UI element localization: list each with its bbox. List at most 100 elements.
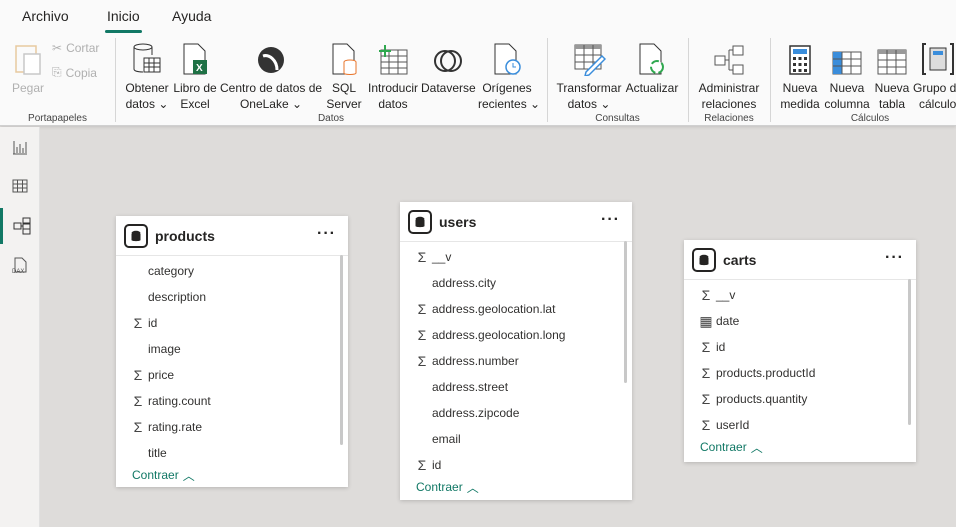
manage-relationships-button[interactable]: Administrar relaciones bbox=[696, 40, 762, 112]
field-row[interactable]: Σrating.rate bbox=[116, 414, 348, 440]
collapse-button[interactable]: Contraer ︿ bbox=[684, 436, 916, 458]
recent-sources-button[interactable]: Orígenes recientes ⌄ bbox=[478, 40, 540, 112]
sigma-icon: Σ bbox=[701, 365, 711, 381]
new-table-button[interactable]: Nueva tabla bbox=[872, 40, 912, 112]
field-row[interactable]: category bbox=[116, 258, 348, 284]
field-row[interactable]: image bbox=[116, 336, 348, 362]
sigma-icon: Σ bbox=[417, 457, 427, 473]
field-name: description bbox=[148, 290, 207, 304]
sigma-icon: Σ bbox=[417, 249, 427, 265]
field-name: address.number bbox=[432, 354, 519, 368]
more-options-icon[interactable]: ··· bbox=[885, 249, 904, 267]
field-row[interactable]: Σ __v bbox=[400, 244, 632, 270]
copy-button[interactable]: ⎘ Copia bbox=[52, 65, 97, 80]
sigma-icon: Σ bbox=[417, 327, 427, 343]
model-view-button[interactable] bbox=[0, 208, 40, 244]
tab-archivo[interactable]: Archivo bbox=[22, 8, 69, 24]
field-row[interactable]: Σid bbox=[116, 310, 348, 336]
field-name: address.geolocation.lat bbox=[432, 302, 556, 316]
field-row[interactable]: Σid bbox=[400, 452, 632, 476]
table-card-header[interactable]: carts ··· bbox=[684, 240, 916, 280]
field-row[interactable]: address.city bbox=[400, 270, 632, 296]
field-row[interactable]: address.street bbox=[400, 374, 632, 400]
field-row[interactable]: email bbox=[400, 426, 632, 452]
more-options-icon[interactable]: ··· bbox=[601, 211, 620, 229]
field-row[interactable]: ΣuserId bbox=[684, 412, 916, 436]
field-name: address.geolocation.long bbox=[432, 328, 566, 342]
get-data-button[interactable]: Obtener datos ⌄ bbox=[122, 40, 172, 112]
paste-icon bbox=[10, 40, 46, 76]
field-row[interactable]: address.zipcode bbox=[400, 400, 632, 426]
chevron-up-icon: ︿ bbox=[466, 480, 479, 495]
sigma-icon: Σ bbox=[701, 339, 711, 355]
table-card-header[interactable]: users ··· bbox=[400, 202, 632, 242]
field-name: image bbox=[148, 342, 181, 356]
field-name: date bbox=[716, 314, 740, 328]
sigma-icon: Σ bbox=[133, 315, 143, 331]
excel-workbook-button[interactable]: X Libro de Excel bbox=[172, 40, 218, 112]
field-row[interactable]: Σaddress.number bbox=[400, 348, 632, 374]
dataverse-button[interactable]: Dataverse bbox=[421, 40, 476, 96]
field-name: userId bbox=[716, 418, 750, 432]
field-row[interactable]: title bbox=[116, 440, 348, 464]
table-card-carts[interactable]: carts ··· Σ __v ▦ date Σid Σproducts.productId Σ… bbox=[684, 240, 916, 462]
table-plus-icon bbox=[366, 40, 420, 76]
field-row[interactable]: ▦ date bbox=[684, 308, 916, 334]
new-measure-button[interactable]: Nueva medida bbox=[780, 40, 820, 112]
table-card-users[interactable]: users ··· Σ __v address.city Σaddress.geoloca… bbox=[400, 202, 632, 500]
field-row[interactable]: Σ __v bbox=[684, 282, 916, 308]
dataverse-icon bbox=[421, 40, 475, 76]
cut-button[interactable]: ✂ Cortar bbox=[52, 41, 99, 55]
field-row[interactable]: description bbox=[116, 284, 348, 310]
sql-server-button[interactable]: SQL Server bbox=[326, 40, 362, 112]
bar-chart-icon bbox=[13, 141, 27, 155]
chevron-up-icon: ︿ bbox=[182, 468, 195, 483]
field-row[interactable]: Σaddress.geolocation.lat bbox=[400, 296, 632, 322]
field-row[interactable]: Σrating.count bbox=[116, 388, 348, 414]
field-name: rating.count bbox=[148, 394, 211, 408]
calculation-group-icon bbox=[913, 40, 956, 76]
field-name: id bbox=[716, 340, 726, 354]
onelake-button[interactable]: Centro de datos de OneLake ⌄ bbox=[220, 40, 322, 112]
sigma-icon: Σ bbox=[133, 367, 143, 383]
table-view-button[interactable] bbox=[0, 168, 40, 204]
view-rail: DAX bbox=[0, 127, 40, 527]
copy-icon: ⎘ bbox=[52, 65, 62, 79]
table-icon bbox=[124, 223, 148, 248]
new-column-button[interactable]: Nueva columna bbox=[823, 40, 871, 112]
table-card-header[interactable]: products ··· bbox=[116, 216, 348, 256]
collapse-button[interactable]: Contraer ︿ bbox=[116, 464, 348, 486]
scrollbar[interactable] bbox=[340, 255, 343, 445]
field-name: products.productId bbox=[716, 366, 816, 380]
field-row[interactable]: Σid bbox=[684, 334, 916, 360]
group-label-relaciones: Relaciones bbox=[704, 113, 754, 124]
refresh-button[interactable]: Actualizar bbox=[624, 40, 680, 96]
table-name: carts bbox=[723, 251, 757, 268]
report-view-button[interactable] bbox=[0, 129, 40, 165]
refresh-icon bbox=[624, 40, 680, 76]
scrollbar[interactable] bbox=[908, 279, 911, 425]
collapse-button[interactable]: Contraer ︿ bbox=[400, 476, 632, 498]
enter-data-button[interactable]: Introducir datos bbox=[366, 40, 420, 112]
field-row[interactable]: Σprice bbox=[116, 362, 348, 388]
transform-data-button[interactable]: Transformar datos ⌄ bbox=[556, 40, 622, 112]
table-icon bbox=[408, 209, 432, 234]
paste-button[interactable]: Pegar bbox=[10, 40, 46, 96]
field-row[interactable]: Σproducts.quantity bbox=[684, 386, 916, 412]
tab-inicio[interactable]: Inicio bbox=[105, 8, 142, 33]
dax-query-view-button[interactable]: DAX bbox=[0, 248, 40, 284]
more-options-icon[interactable]: ··· bbox=[317, 225, 336, 243]
scrollbar[interactable] bbox=[624, 241, 627, 383]
field-name: products.quantity bbox=[716, 392, 808, 406]
onelake-icon bbox=[220, 40, 322, 76]
dax-icon: DAX bbox=[12, 257, 27, 275]
field-name: __v bbox=[432, 250, 452, 264]
tab-ayuda[interactable]: Ayuda bbox=[172, 8, 211, 24]
calculation-group-button[interactable]: Grupo decálculo bbox=[913, 40, 956, 112]
sigma-icon: Σ bbox=[417, 353, 427, 369]
table-card-products[interactable]: products ··· category description Σid image Σp… bbox=[116, 216, 348, 487]
field-row[interactable]: Σproducts.productId bbox=[684, 360, 916, 386]
field-row[interactable]: Σaddress.geolocation.long bbox=[400, 322, 632, 348]
table-name: products bbox=[155, 227, 215, 244]
recent-sources-icon bbox=[478, 40, 536, 76]
